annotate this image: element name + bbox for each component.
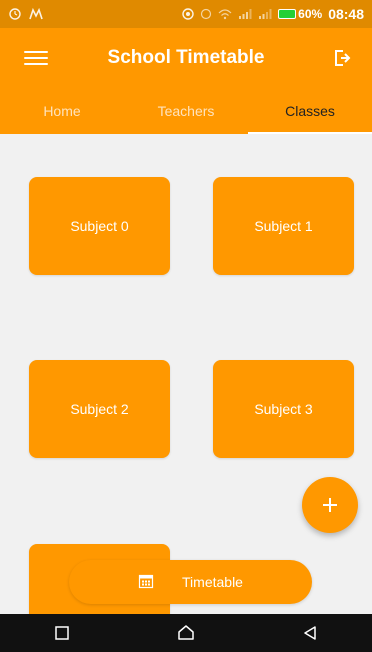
status-right: 60% 08:48 — [182, 6, 364, 22]
tab-teachers-label: Teachers — [157, 103, 215, 119]
timetable-label: Timetable — [182, 574, 243, 590]
subject-card-3[interactable]: Subject 3 — [213, 360, 354, 458]
subject-card-1[interactable]: Subject 1 — [213, 177, 354, 275]
timetable-button[interactable]: Timetable — [69, 560, 312, 604]
app-bar: School Timetable Home Teachers Classes — [0, 28, 372, 134]
subject-card-2[interactable]: Subject 2 — [29, 360, 170, 458]
recent-apps-icon[interactable] — [42, 614, 82, 652]
status-bar: 60% 08:48 — [0, 0, 372, 28]
app-title: School Timetable — [107, 47, 265, 68]
tab-home-label: Home — [43, 103, 81, 119]
subject-card-0[interactable]: Subject 0 — [29, 177, 170, 275]
tab-bar: Home Teachers Classes — [0, 88, 372, 134]
back-icon[interactable] — [290, 614, 330, 652]
home-icon[interactable] — [166, 614, 206, 652]
subject-card-label: Subject 3 — [254, 401, 313, 417]
location-icon — [182, 8, 194, 20]
subject-card-label: Subject 1 — [254, 218, 313, 234]
menu-icon[interactable] — [24, 48, 48, 68]
tab-home[interactable]: Home — [0, 88, 124, 134]
subject-card-label: Subject 2 — [70, 401, 129, 417]
tab-classes-label: Classes — [285, 103, 335, 119]
subject-card-label: Subject 0 — [70, 218, 129, 234]
battery-icon — [278, 9, 297, 19]
calendar-icon — [138, 573, 154, 592]
battery-indicator: 60% — [278, 7, 322, 21]
battery-percent: 60% — [298, 7, 323, 21]
sync-icon — [200, 8, 212, 20]
plus-icon — [323, 498, 337, 512]
signal-icon — [238, 8, 252, 20]
tab-classes[interactable]: Classes — [248, 88, 372, 134]
wifi-icon — [218, 8, 232, 20]
add-subject-button[interactable] — [302, 477, 358, 533]
tab-teachers[interactable]: Teachers — [124, 88, 248, 134]
notification-icon — [28, 7, 44, 21]
classes-grid: Subject 0 Subject 1 Subject 2 Subject 3 — [0, 134, 372, 614]
signal-icon-2 — [258, 8, 272, 20]
status-clock: 08:48 — [328, 6, 364, 22]
alarm-icon — [8, 7, 22, 21]
system-nav-bar — [0, 614, 372, 652]
status-left — [8, 7, 44, 21]
logout-icon[interactable] — [330, 46, 354, 70]
app-bar-top: School Timetable — [0, 28, 372, 88]
